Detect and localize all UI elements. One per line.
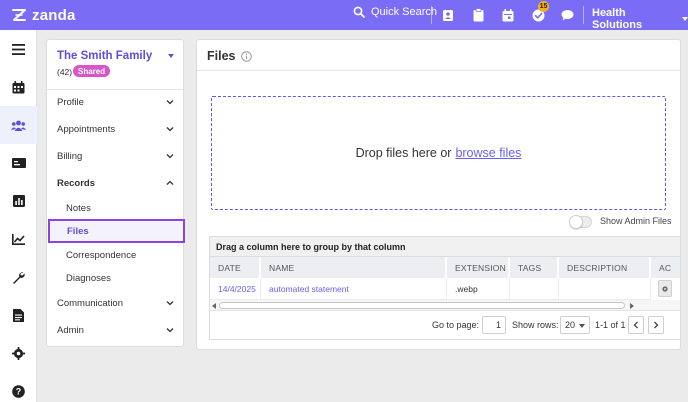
files-grid: Drag a column here to group by that colu… <box>209 236 680 340</box>
column-header-name[interactable]: NAME <box>261 257 446 278</box>
previous-page-button[interactable] <box>628 316 644 334</box>
org-name: Health Solutions <box>592 7 643 31</box>
chart-icon[interactable] <box>0 220 37 258</box>
horizontal-scrollbar[interactable] <box>210 300 680 311</box>
table-cell-tags <box>510 278 559 300</box>
sidebar-item-label: Profile <box>57 96 84 108</box>
sidebar-item-communication[interactable]: Communication <box>47 291 183 315</box>
divider <box>583 6 584 24</box>
browse-files-link[interactable]: browse files <box>455 146 521 160</box>
sidebar-item-label: Billing <box>57 150 83 162</box>
row-actions-button[interactable] <box>658 280 672 297</box>
family-name[interactable]: The Smith Family <box>57 50 152 62</box>
toggle-knob <box>569 215 583 229</box>
chevron-down-icon <box>166 100 174 105</box>
chevron-down-icon <box>166 154 174 159</box>
chat-icon[interactable] <box>559 7 575 23</box>
table-cell-date[interactable]: 14/4/2025 <box>210 278 261 300</box>
files-panel: Files Drop files here or browse files Sh… <box>196 39 681 350</box>
tasks-check-icon[interactable]: 15 <box>530 1 549 23</box>
reports-icon[interactable] <box>0 182 37 220</box>
sidebar-subitem-files[interactable]: Files <box>48 219 185 243</box>
next-page-button[interactable] <box>648 316 664 334</box>
rows-per-page-value: 20 <box>565 320 576 330</box>
scroll-left-icon[interactable] <box>212 303 216 309</box>
quick-search-label: Quick Search <box>371 6 438 18</box>
calendar-icon[interactable] <box>500 7 516 23</box>
menu-icon[interactable] <box>0 30 37 68</box>
contacts-icon[interactable] <box>440 7 456 23</box>
info-icon[interactable] <box>240 50 252 62</box>
member-count: (42) <box>57 67 73 77</box>
sidebar-subitem-correspondence[interactable]: Correspondence <box>47 243 183 267</box>
show-admin-files-toggle[interactable] <box>569 215 592 229</box>
sidebar-item-admin[interactable]: Admin <box>47 318 183 342</box>
divider <box>431 6 432 24</box>
table-cell-description <box>559 278 651 300</box>
pagination: Go to page: 1 Show rows: 20 1-1 of 1 <box>210 312 680 339</box>
brand-name: zanda <box>32 6 76 24</box>
divider <box>197 70 680 71</box>
org-switcher[interactable]: Health Solutions <box>592 7 688 31</box>
settings-icon[interactable] <box>0 334 37 372</box>
calendar-icon[interactable] <box>0 68 37 106</box>
page-range: 1-1 of 1 <box>595 320 626 330</box>
sidebar-item-records[interactable]: Records <box>47 171 183 195</box>
wrench-icon[interactable] <box>0 258 37 296</box>
sidebar-item-billing[interactable]: Billing <box>47 144 183 168</box>
scroll-right-icon[interactable] <box>630 303 634 309</box>
chevron-down-icon <box>166 301 174 306</box>
gear-icon <box>662 285 668 292</box>
show-admin-files-label: Show Admin Files <box>600 216 672 226</box>
show-rows-label: Show rows: <box>512 320 559 330</box>
sidebar-item-appointments[interactable]: Appointments <box>47 117 183 141</box>
column-header-tags[interactable]: TAGS <box>510 257 558 278</box>
help-icon[interactable]: ? <box>0 372 37 402</box>
file-drop-zone[interactable]: Drop files here or browse files <box>211 96 666 210</box>
document-icon[interactable] <box>0 296 37 334</box>
page-number-input[interactable]: 1 <box>482 316 506 334</box>
column-header-extension[interactable]: EXTENSION <box>447 257 509 278</box>
client-sidebar: The Smith Family (42) Shared Profile App… <box>46 39 185 347</box>
chevron-up-icon <box>166 180 174 185</box>
column-header-date[interactable]: DATE <box>210 257 260 278</box>
nav-rail: ? <box>0 30 37 402</box>
chevron-down-icon <box>682 17 688 21</box>
clipboard-icon[interactable] <box>470 7 486 23</box>
zanda-logo-icon <box>12 9 26 21</box>
sidebar-item-label: Records <box>57 177 96 189</box>
sidebar-item-label: Communication <box>57 297 123 309</box>
app-logo[interactable]: zanda <box>10 6 76 24</box>
chevron-down-icon <box>166 127 174 132</box>
svg-text:?: ? <box>16 386 22 396</box>
column-header-description[interactable]: DESCRIPTION <box>559 257 650 278</box>
chevron-down-icon <box>579 324 585 328</box>
search-icon <box>353 6 365 18</box>
table-cell-extension: .webp <box>447 278 510 300</box>
drop-text: Drop files here or <box>355 146 452 160</box>
shared-badge: Shared <box>73 65 111 77</box>
sidebar-item-label: Admin <box>57 324 84 336</box>
top-bar: zanda Quick Search 15 Health Solutions <box>0 0 688 31</box>
group-by-drop-area[interactable]: Drag a column here to group by that colu… <box>210 237 680 257</box>
page-title-text: Files <box>207 49 236 63</box>
sidebar-subitem-notes[interactable]: Notes <box>47 196 183 220</box>
chevron-left-icon <box>633 321 638 329</box>
clients-icon[interactable] <box>0 106 37 144</box>
column-header-actions[interactable]: AC <box>651 257 680 278</box>
quick-search-button[interactable]: Quick Search <box>353 6 437 18</box>
page-title: Files <box>207 49 252 63</box>
rows-per-page-select[interactable]: 20 <box>560 316 590 334</box>
scrollbar-thumb[interactable] <box>219 302 625 309</box>
chevron-down-icon[interactable] <box>168 54 174 58</box>
billing-card-icon[interactable] <box>0 144 37 182</box>
sidebar-subitem-diagnoses[interactable]: Diagnoses <box>47 266 183 290</box>
sidebar-item-profile[interactable]: Profile <box>47 90 183 114</box>
sidebar-item-label: Appointments <box>57 123 116 135</box>
go-to-page-label: Go to page: <box>432 320 480 330</box>
chevron-right-icon <box>654 321 659 329</box>
table-cell-name[interactable]: automated statement <box>261 278 447 300</box>
chevron-down-icon <box>166 328 174 333</box>
tasks-count-badge: 15 <box>538 1 549 12</box>
